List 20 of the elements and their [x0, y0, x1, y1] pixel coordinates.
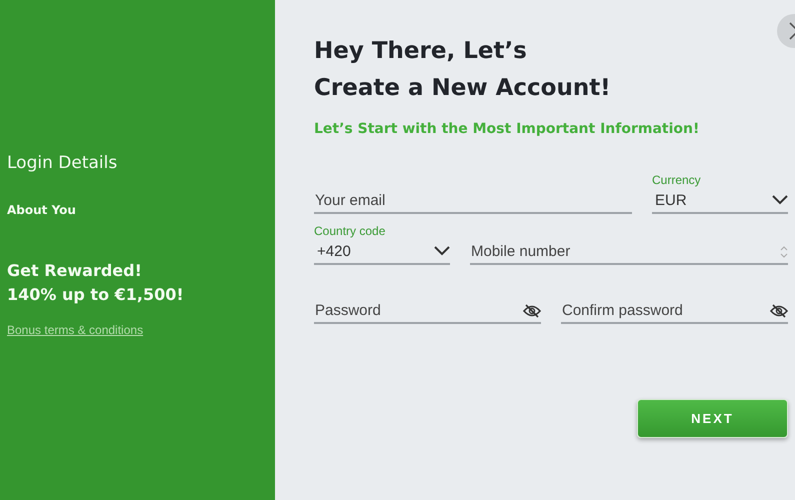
- step-item[interactable]: Login Details: [7, 153, 118, 173]
- eye-slash-icon[interactable]: [523, 304, 541, 318]
- promo-title: Get Rewarded!: [7, 260, 143, 282]
- subtitle: Let’s Start with the Most Important Information!: [314, 121, 700, 137]
- terms-link[interactable]: Bonus terms & conditions: [7, 323, 144, 337]
- email-field[interactable]: Your email: [314, 188, 632, 214]
- password-field[interactable]: Password: [314, 298, 541, 324]
- step-item[interactable]: About You: [7, 203, 76, 217]
- promo-offer: 140% up to €1,500!: [7, 284, 184, 306]
- next-button[interactable]: NEXT: [637, 399, 788, 438]
- chevron-down-icon[interactable]: [434, 246, 450, 256]
- field-label: Currency: [652, 173, 702, 188]
- eye-slash-icon[interactable]: [770, 304, 788, 318]
- field-label: Country code: [314, 224, 386, 239]
- select-field[interactable]: +420: [314, 239, 450, 265]
- select-field[interactable]: EUR: [652, 188, 788, 214]
- password-field[interactable]: Confirm password: [561, 298, 788, 324]
- page-title: Hey There, Let’s Create a New Account!: [314, 37, 612, 103]
- chevron-down-icon[interactable]: [772, 195, 788, 205]
- phone-field[interactable]: Mobile number: [470, 239, 788, 265]
